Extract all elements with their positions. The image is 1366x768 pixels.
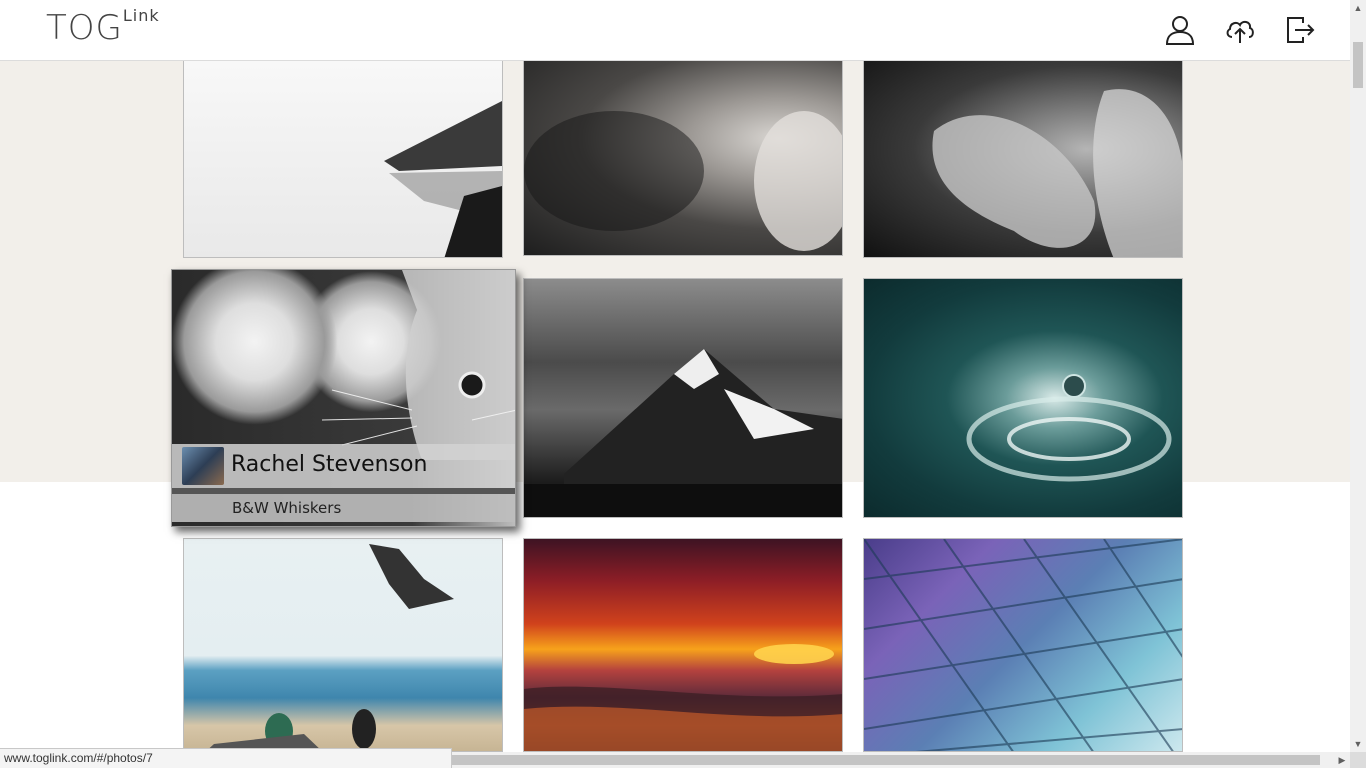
photo-thumbnail[interactable] [863, 538, 1183, 752]
top-header: TOGLink [0, 0, 1350, 61]
author-name[interactable]: Rachel Stevenson [231, 452, 427, 477]
photo-image [932, 89, 1182, 257]
photo-image [524, 349, 842, 517]
photo-thumbnail[interactable] [863, 278, 1183, 518]
author-row: Rachel Stevenson [172, 444, 515, 488]
photo-thumbnail[interactable] [523, 538, 843, 752]
photo-thumbnail[interactable] [183, 538, 503, 752]
vertical-scrollbar[interactable]: ▲ ▼ [1350, 0, 1366, 752]
photo-title-row: B&W Whiskers [172, 494, 515, 522]
photo-thumbnail[interactable] [523, 278, 843, 518]
scroll-right-arrow-icon[interactable]: ▶ [1334, 752, 1350, 768]
photo-image [966, 374, 1172, 482]
scroll-up-arrow-icon[interactable]: ▲ [1350, 0, 1366, 16]
toglink-logo[interactable]: TOGLink [46, 6, 160, 48]
vertical-scroll-thumb[interactable] [1353, 42, 1363, 88]
photo-info-overlay: Rachel Stevenson B&W Whiskers [172, 444, 515, 526]
photo-title: B&W Whiskers [232, 499, 342, 517]
logo-main-text: TOG [46, 8, 123, 48]
user-icon[interactable] [1164, 14, 1196, 46]
photo-thumbnail[interactable] [183, 60, 503, 258]
author-avatar[interactable] [182, 447, 224, 485]
photo-image [524, 644, 842, 751]
photo-thumbnail[interactable] [863, 60, 1183, 258]
horizontal-scroll-thumb[interactable] [450, 755, 1320, 765]
photo-image [384, 101, 502, 257]
photo-image [524, 111, 842, 251]
cloud-upload-icon[interactable] [1224, 14, 1256, 46]
status-bar-url: www.toglink.com/#/photos/7 [0, 748, 452, 768]
logo-sup-text: Link [122, 6, 160, 25]
logout-icon[interactable] [1284, 14, 1316, 46]
photo-thumbnail[interactable] [523, 60, 843, 256]
photo-image [206, 544, 454, 751]
scroll-down-arrow-icon[interactable]: ▼ [1350, 736, 1366, 752]
scrollbar-corner [1350, 752, 1366, 768]
photo-hover-card[interactable]: Rachel Stevenson B&W Whiskers [171, 269, 516, 527]
photo-image [864, 539, 1182, 751]
